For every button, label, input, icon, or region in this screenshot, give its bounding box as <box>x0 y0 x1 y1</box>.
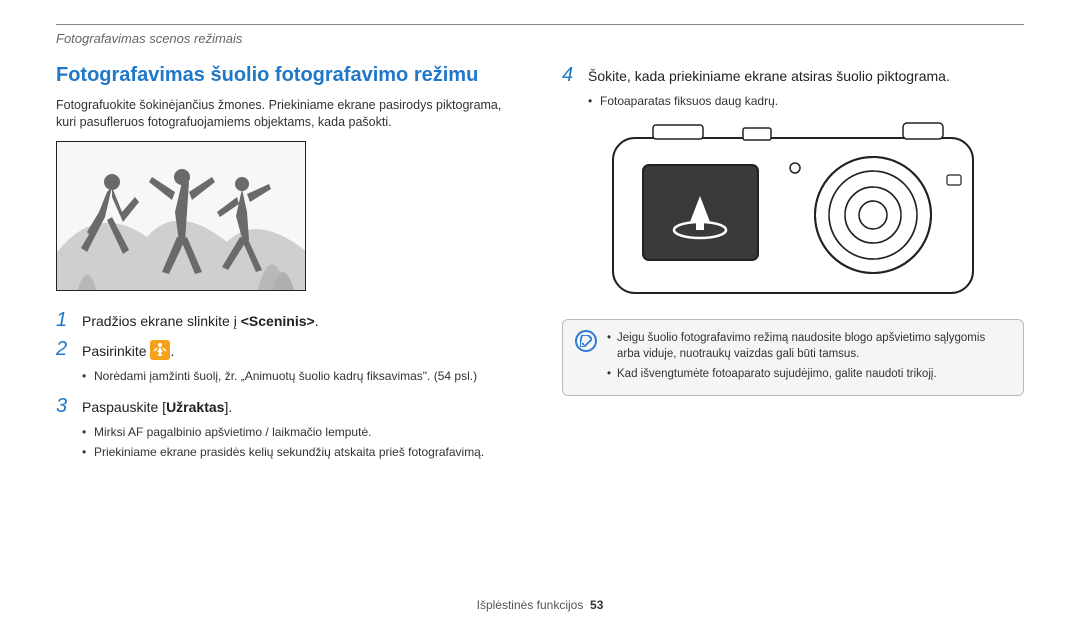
step-number: 3 <box>56 395 72 417</box>
jump-illustration <box>56 141 306 291</box>
step-pre: Paspauskite [ <box>82 399 166 415</box>
right-column: 4 Šokite, kada priekiniame ekrane atsira… <box>562 64 1024 471</box>
step-post: ]. <box>224 399 232 415</box>
step-number: 4 <box>562 64 578 86</box>
step-text: Pradžios ekrane slinkite į <Sceninis>. <box>82 309 518 332</box>
step-post: . <box>315 313 319 329</box>
intro-text: Fotografuokite šokinėjančius žmones. Pri… <box>56 97 518 131</box>
header-rule <box>56 24 1024 25</box>
note-box: Jeigu šuolio fotografavimo režimą naudos… <box>562 319 1024 395</box>
jump-scene-icon <box>150 340 170 360</box>
step-number: 2 <box>56 338 72 360</box>
step-2-sub: Norėdami įamžinti šuolį, žr. „Animuotų š… <box>82 368 518 385</box>
step-pre: Pradžios ekrane slinkite į <box>82 313 241 329</box>
sub-item: Mirksi AF pagalbinio apšvietimo / laikma… <box>82 424 518 441</box>
step-bold: <Sceninis> <box>241 313 315 329</box>
step-4-sub: Fotoaparatas fiksuos daug kadrų. <box>588 93 1024 110</box>
sub-item: Priekiniame ekrane prasidės kelių sekund… <box>82 444 518 461</box>
page-number: 53 <box>590 598 603 612</box>
step-bold: Užraktas <box>166 399 224 415</box>
step-1: 1 Pradžios ekrane slinkite į <Sceninis>. <box>56 309 518 332</box>
step-text: Paspauskite [Užraktas]. <box>82 395 518 418</box>
content-columns: Fotografavimas šuolio fotografavimo reži… <box>56 64 1024 471</box>
footer-label: Išplėstinės funkcijos <box>477 598 584 612</box>
step-2: 2 Pasirinkite . <box>56 338 518 362</box>
step-4: 4 Šokite, kada priekiniame ekrane atsira… <box>562 64 1024 87</box>
step-3-sub: Mirksi AF pagalbinio apšvietimo / laikma… <box>82 424 518 461</box>
note-list: Jeigu šuolio fotografavimo režimą naudos… <box>607 330 1011 384</box>
left-column: Fotografavimas šuolio fotografavimo reži… <box>56 64 518 471</box>
section-title: Fotografavimas šuolio fotografavimo reži… <box>56 64 518 87</box>
step-text: Šokite, kada priekiniame ekrane atsiras … <box>588 64 1024 87</box>
note-icon <box>575 330 597 352</box>
camera-illustration <box>603 120 983 305</box>
step-number: 1 <box>56 309 72 331</box>
step-post: . <box>170 343 174 359</box>
breadcrumb: Fotografavimas scenos režimais <box>56 31 1024 46</box>
sub-item: Fotoaparatas fiksuos daug kadrų. <box>588 93 1024 110</box>
step-pre: Pasirinkite <box>82 343 150 359</box>
page-footer: Išplėstinės funkcijos 53 <box>0 598 1080 612</box>
step-text: Pasirinkite . <box>82 338 518 362</box>
sub-item: Norėdami įamžinti šuolį, žr. „Animuotų š… <box>82 368 518 385</box>
step-3: 3 Paspauskite [Užraktas]. <box>56 395 518 418</box>
note-item: Jeigu šuolio fotografavimo režimą naudos… <box>607 330 1011 362</box>
note-item: Kad išvengtumėte fotoaparato sujudėjimo,… <box>607 366 1011 382</box>
